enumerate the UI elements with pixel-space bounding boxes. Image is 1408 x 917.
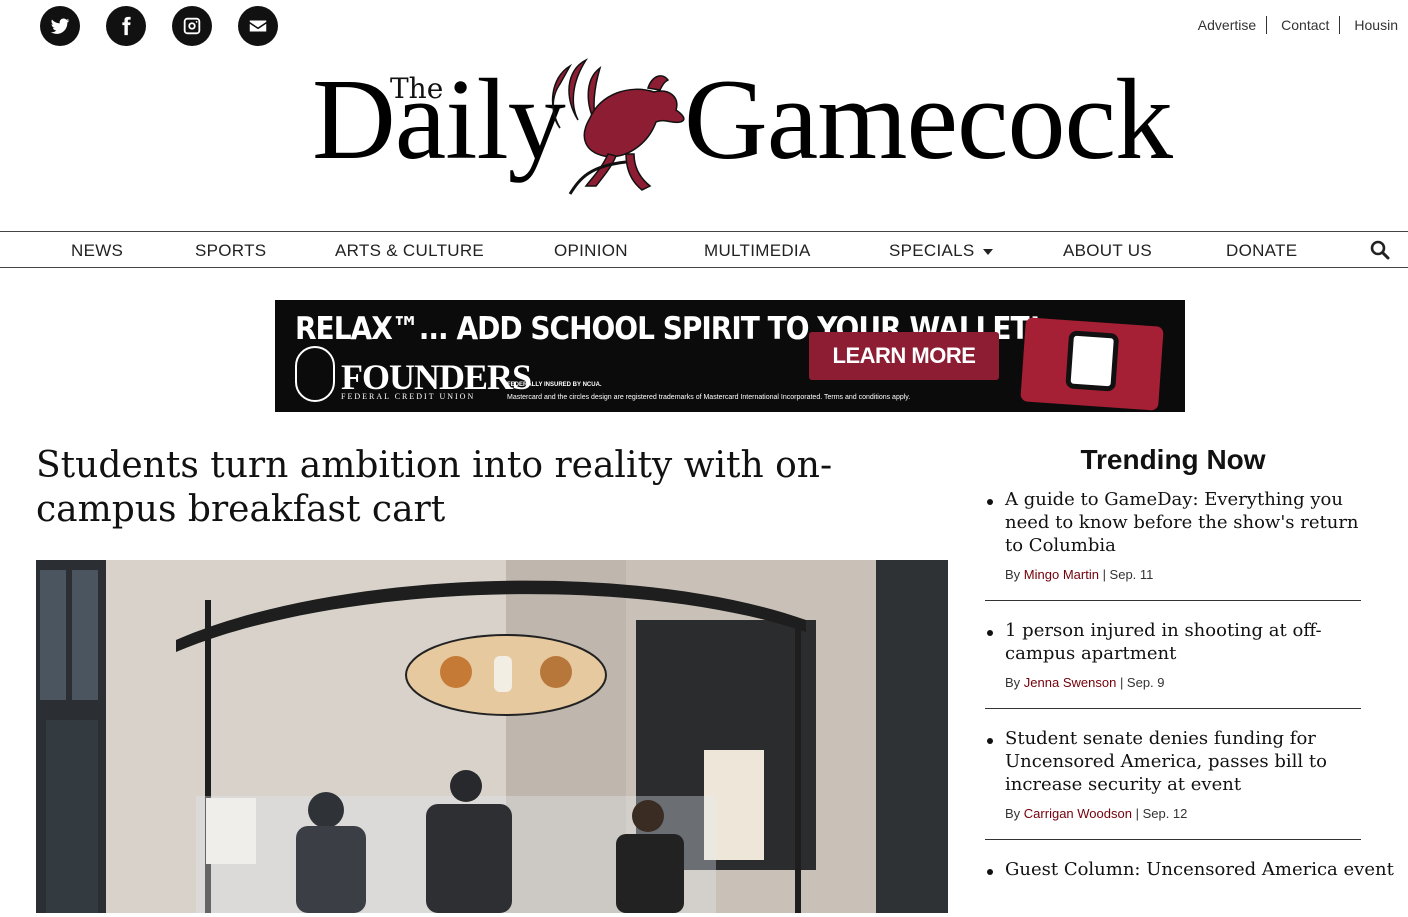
byline-date: | Sep. 12 [1135, 806, 1188, 821]
nav-donate[interactable]: DONATE [1226, 241, 1297, 261]
byline-by: By [1005, 806, 1021, 821]
trending-headline-link[interactable]: 1 person injured in shooting at off-camp… [1005, 619, 1361, 665]
trending-title: Trending Now [1080, 444, 1266, 475]
trending-now-sidebar: Trending Now A guide to GameDay: Everyth… [985, 444, 1394, 917]
utility-links: Advertise Contact Housin [1198, 16, 1408, 34]
chevron-down-icon [982, 248, 993, 255]
article-title: Students turn ambition into reality with… [36, 445, 833, 530]
nav-opinion[interactable]: OPINION [554, 241, 628, 261]
nav-multimedia[interactable]: MULTIMEDIA [704, 241, 811, 261]
logo-word-daily: Daily [312, 56, 566, 184]
gamecock-logo-icon [551, 58, 685, 195]
byline-by: By [1005, 675, 1021, 690]
ad-brand-sub: FEDERAL CREDIT UNION [341, 392, 476, 401]
bullet-icon [987, 630, 993, 636]
advertise-link[interactable]: Advertise [1198, 16, 1266, 34]
article-photo [36, 560, 948, 913]
trending-headline-link[interactable]: Guest Column: Uncensored America event [1005, 858, 1394, 881]
main-nav: NEWS SPORTS ARTS & CULTURE OPINION MULTI… [0, 231, 1408, 268]
email-icon[interactable] [238, 6, 278, 46]
twitter-icon[interactable] [40, 6, 80, 46]
instagram-icon[interactable] [172, 6, 212, 46]
bullet-icon [987, 869, 993, 875]
search-icon[interactable] [1370, 240, 1390, 260]
banner-ad[interactable]: RELAX™... ADD SCHOOL SPIRIT TO YOUR WALL… [275, 300, 1185, 412]
trending-item: A guide to GameDay: Everything you need … [985, 488, 1361, 601]
trending-headline-link[interactable]: A guide to GameDay: Everything you need … [1005, 488, 1361, 557]
nav-news[interactable]: NEWS [71, 241, 123, 261]
byline-by: By [1005, 567, 1021, 582]
byline-date: | Sep. 9 [1119, 675, 1165, 690]
learn-more-button[interactable]: LEARN MORE [809, 332, 999, 380]
bullet-icon [987, 738, 993, 744]
trending-byline: By Jenna Swenson | Sep. 9 [1005, 675, 1361, 690]
nav-specials[interactable]: SPECIALS [889, 241, 993, 261]
trending-item: Guest Column: Uncensored America event [985, 858, 1394, 899]
ad-fine-print-2: Mastercard and the circles design are re… [507, 394, 911, 401]
nav-sports[interactable]: SPORTS [195, 241, 266, 261]
trending-headline-link[interactable]: Student senate denies funding for Uncens… [1005, 727, 1361, 796]
ad-fine-print-1: FEDERALLY INSURED BY NCUA. [507, 382, 602, 388]
logo-word-gamecock: Gamecock [684, 56, 1173, 184]
trending-item: 1 person injured in shooting at off-camp… [985, 619, 1361, 709]
housing-link[interactable]: Housin [1339, 16, 1408, 34]
trending-byline: By Mingo Martin | Sep. 11 [1005, 567, 1361, 582]
card-c-logo-icon [1065, 330, 1120, 392]
author-link[interactable]: Jenna Swenson [1024, 675, 1117, 690]
nav-about-us[interactable]: ABOUT US [1063, 241, 1152, 261]
bullet-icon [987, 499, 993, 505]
site-logo[interactable]: The Daily Gamecock [312, 56, 1173, 200]
nav-specials-label: SPECIALS [889, 241, 975, 260]
trending-byline: By Carrigan Woodson | Sep. 12 [1005, 806, 1361, 821]
nav-arts-culture[interactable]: ARTS & CULTURE [335, 241, 484, 261]
author-link[interactable]: Mingo Martin [1024, 567, 1099, 582]
facebook-icon[interactable] [106, 6, 146, 46]
author-link[interactable]: Carrigan Woodson [1024, 806, 1132, 821]
credit-card-image [1020, 317, 1164, 411]
cotton-logo-icon [295, 346, 335, 402]
trending-item: Student senate denies funding for Uncens… [985, 727, 1361, 840]
byline-date: | Sep. 11 [1102, 567, 1154, 582]
social-links [40, 6, 278, 46]
contact-link[interactable]: Contact [1266, 16, 1339, 34]
